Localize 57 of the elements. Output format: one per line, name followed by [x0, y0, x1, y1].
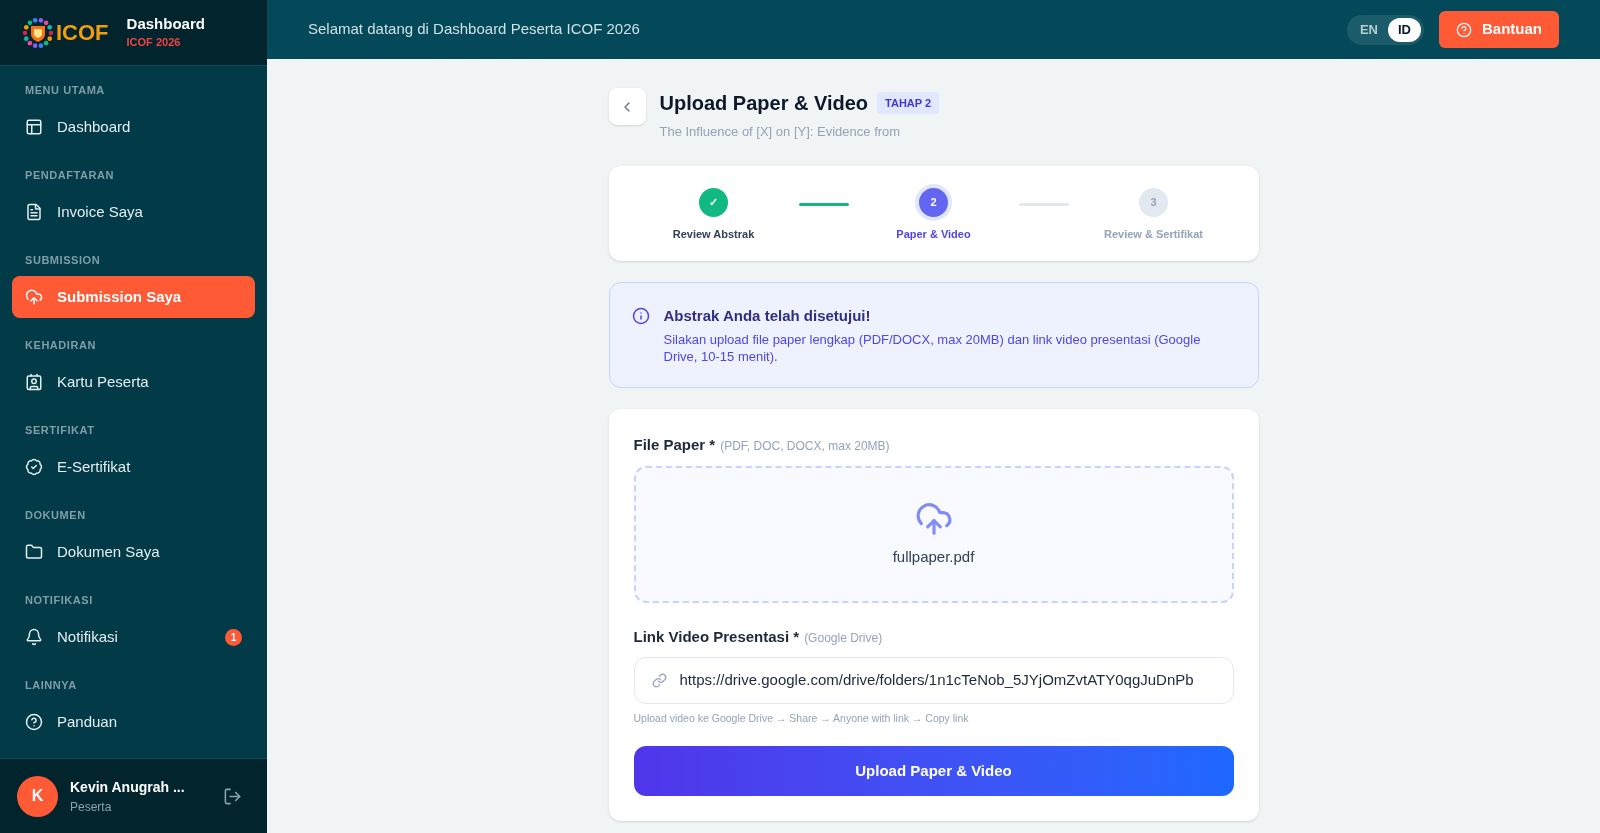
dashboard-icon [25, 118, 43, 136]
step-marker: ✓ [699, 187, 728, 217]
section-label: NOTIFIKASI [24, 593, 94, 608]
bell-icon [25, 628, 43, 646]
notification-badge: 1 [225, 628, 242, 646]
alert-title: Abstrak Anda telah disetujui! [663, 305, 872, 326]
field-help-text: Upload video ke Google Drive → Share → Anyone with link → Copy link [633, 711, 970, 726]
link-icon [651, 673, 667, 688]
alert-message: Silakan upload file paper lengkap (PDF/DOCX, max 20MB) dan link video presentasi (Google Drive, 10-15 menit). [663, 331, 1202, 365]
sidebar-item[interactable]: Notifikasi 1 [12, 616, 255, 658]
file-name: fullpaper.pdf [892, 546, 975, 567]
logout-icon[interactable] [223, 786, 242, 806]
folder-icon [25, 543, 43, 561]
sidebar-item[interactable]: Dokumen Saya [12, 531, 255, 573]
field-hint: (Google Drive) [804, 629, 883, 647]
step-marker: 3 [1139, 187, 1168, 217]
user-avatar: K [17, 775, 58, 817]
page-title: Upload Paper & Video [659, 91, 869, 116]
section-label: SUBMISSION [24, 253, 102, 268]
section-label: MENU UTAMA [24, 83, 106, 98]
field-label: Link Video Presentasi * [633, 626, 800, 647]
welcome-text: Selamat datang di Dashboard Peserta ICOF 2026 [308, 19, 641, 40]
step-label: Review Abstrak [672, 226, 755, 242]
sidebar-item[interactable]: E-Sertifikat [12, 446, 255, 488]
user-role: Peserta [70, 798, 113, 816]
language-option[interactable]: EN [1349, 17, 1388, 42]
field-label: File Paper * [633, 435, 716, 455]
language-option[interactable]: ID [1388, 17, 1421, 42]
user-name: Kevin Anugrah ... [70, 777, 186, 797]
help-icon [25, 713, 43, 731]
sidebar-item[interactable]: Invoice Saya [12, 191, 255, 233]
stage-badge: TAHAP 2 [877, 91, 940, 115]
logo-emblem-icon [22, 16, 54, 49]
logo-text: ICOF [56, 19, 109, 47]
info-icon [631, 306, 650, 325]
submit-button[interactable]: Upload Paper & Video [633, 745, 1234, 796]
document-icon [25, 203, 43, 221]
help-icon [1456, 21, 1472, 38]
page-subtitle: The Influence of [X] on [Y]: Evidence from [659, 123, 902, 141]
cloud-upload-icon [25, 288, 43, 306]
field-hint: (PDF, DOC, DOCX, max 20MB) [720, 438, 890, 455]
section-label: DOKUMEN [24, 508, 87, 523]
sidebar-item[interactable]: Kartu Peserta [12, 361, 255, 403]
step-label: Paper & Video [896, 226, 971, 242]
file-dropzone[interactable]: fullpaper.pdf [633, 465, 1234, 603]
section-label: PENDAFTARAN [24, 168, 115, 183]
sidebar-item[interactable]: Dashboard [12, 106, 255, 148]
sidebar-item[interactable]: Panduan [12, 701, 255, 743]
section-label: KEHADIRAN [24, 338, 97, 353]
app-title: Dashboard [126, 14, 205, 35]
video-link-field[interactable]: https://drive.google.com/drive/folders/1n1cTeNob_5JYjOmZvtATY0qgJuDnPb [633, 657, 1234, 704]
step-label: Review & Sertifikat [1103, 226, 1203, 242]
section-label: LAINNYA [24, 678, 78, 693]
badge-check-icon [25, 458, 43, 476]
section-label: SERTIFIKAT [24, 423, 96, 438]
id-card-icon [25, 373, 43, 391]
app-subtitle: ICOF 2026 [126, 35, 182, 51]
